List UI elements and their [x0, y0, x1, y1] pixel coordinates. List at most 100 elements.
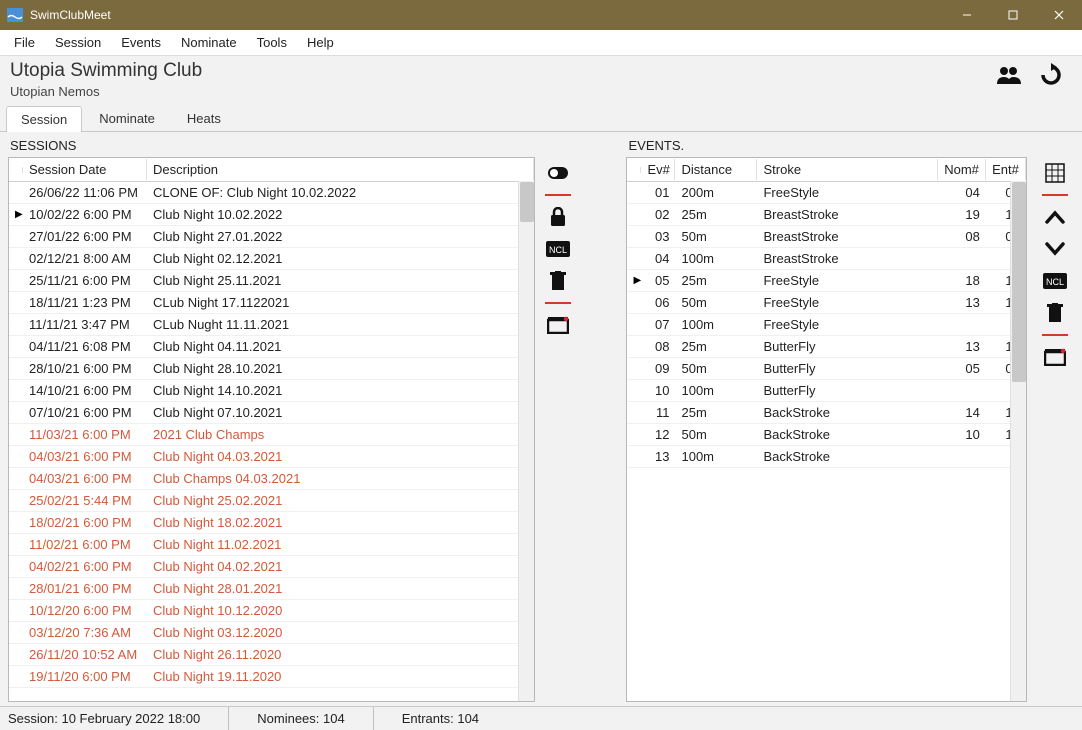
- cell-ev-num: 12: [641, 425, 675, 444]
- table-row[interactable]: 10/12/20 6:00 PMClub Night 10.12.2020: [9, 600, 534, 622]
- maximize-button[interactable]: [990, 0, 1036, 30]
- table-row[interactable]: 04/02/21 6:00 PMClub Night 04.02.2021: [9, 556, 534, 578]
- cell-stroke: ButterFly: [757, 337, 937, 356]
- users-icon[interactable]: [994, 62, 1024, 88]
- table-row[interactable]: 04/03/21 6:00 PMClub Night 04.03.2021: [9, 446, 534, 468]
- row-marker-icon: [9, 301, 23, 305]
- col-description[interactable]: Description: [147, 159, 534, 180]
- cell-session-date: 11/02/21 6:00 PM: [23, 535, 147, 554]
- table-row[interactable]: 25/02/21 5:44 PMClub Night 25.02.2021: [9, 490, 534, 512]
- table-row[interactable]: 11/02/21 6:00 PMClub Night 11.02.2021: [9, 534, 534, 556]
- row-marker-icon: [9, 477, 23, 481]
- table-row[interactable]: 07/10/21 6:00 PMClub Night 07.10.2021: [9, 402, 534, 424]
- table-row[interactable]: 25/11/21 6:00 PMClub Night 25.11.2021: [9, 270, 534, 292]
- col-ev-num[interactable]: Ev#: [641, 159, 675, 180]
- tab-session[interactable]: Session: [6, 106, 82, 132]
- events-scrollbar[interactable]: [1010, 181, 1026, 701]
- cell-session-date: 11/11/21 3:47 PM: [23, 315, 147, 334]
- table-row[interactable]: 03/12/20 7:36 AMClub Night 03.12.2020: [9, 622, 534, 644]
- table-row[interactable]: 10100mButterFly: [627, 380, 1025, 402]
- table-row[interactable]: 04/03/21 6:00 PMClub Champs 04.03.2021: [9, 468, 534, 490]
- sessions-scrollbar[interactable]: [518, 181, 534, 701]
- col-ent-num[interactable]: Ent#: [986, 159, 1026, 180]
- cell-session-date: 26/11/20 10:52 AM: [23, 645, 147, 664]
- table-row[interactable]: 26/11/20 10:52 AMClub Night 26.11.2020: [9, 644, 534, 666]
- table-row[interactable]: 0225mBreastStroke1919: [627, 204, 1025, 226]
- menu-events[interactable]: Events: [111, 32, 171, 53]
- titlebar: SwimClubMeet: [0, 0, 1082, 30]
- cell-description: Club Night 19.11.2020: [147, 667, 534, 686]
- report-icon[interactable]: [543, 312, 573, 338]
- refresh-icon[interactable]: [1036, 62, 1066, 88]
- menu-tools[interactable]: Tools: [247, 32, 297, 53]
- col-stroke[interactable]: Stroke: [757, 159, 937, 180]
- table-row[interactable]: 28/10/21 6:00 PMClub Night 28.10.2021: [9, 358, 534, 380]
- session-toolbar: NCL: [539, 138, 576, 702]
- col-nom-num[interactable]: Nom#: [938, 159, 986, 180]
- table-row[interactable]: 11/11/21 3:47 PMCLub Nught 11.11.2021: [9, 314, 534, 336]
- table-row[interactable]: 04/11/21 6:08 PMClub Night 04.11.2021: [9, 336, 534, 358]
- cell-description: Club Night 04.11.2021: [147, 337, 534, 356]
- col-distance[interactable]: Distance: [675, 159, 757, 180]
- cell-nom-num: [938, 389, 986, 393]
- col-session-date[interactable]: Session Date: [23, 159, 147, 180]
- status-entrants: Entrants: 104: [402, 707, 507, 730]
- cell-description: Club Night 07.10.2021: [147, 403, 534, 422]
- ncl-badge-icon[interactable]: NCL: [1040, 268, 1070, 294]
- table-row[interactable]: 0950mButterFly0505: [627, 358, 1025, 380]
- menu-session[interactable]: Session: [45, 32, 111, 53]
- cell-description: Club Night 11.02.2021: [147, 535, 534, 554]
- menu-file[interactable]: File: [4, 32, 45, 53]
- ncl-badge-icon[interactable]: NCL: [543, 236, 573, 262]
- cell-description: CLub Nught 11.11.2021: [147, 315, 534, 334]
- table-row[interactable]: 0350mBreastStroke0808: [627, 226, 1025, 248]
- row-marker-icon: [9, 565, 23, 569]
- cell-session-date: 11/03/21 6:00 PM: [23, 425, 147, 444]
- menu-help[interactable]: Help: [297, 32, 344, 53]
- lock-icon[interactable]: [543, 204, 573, 230]
- cell-ev-num: 11: [641, 403, 675, 422]
- table-row[interactable]: 13100mBackStroke: [627, 446, 1025, 468]
- table-row[interactable]: 0825mButterFly1313: [627, 336, 1025, 358]
- menu-nominate[interactable]: Nominate: [171, 32, 247, 53]
- table-row[interactable]: ▶0525mFreeStyle1818: [627, 270, 1025, 292]
- table-row[interactable]: 28/01/21 6:00 PMClub Night 28.01.2021: [9, 578, 534, 600]
- grid-icon[interactable]: [1040, 160, 1070, 186]
- table-row[interactable]: 18/11/21 1:23 PMCLub Night 17.1122021: [9, 292, 534, 314]
- trash-icon[interactable]: [1040, 300, 1070, 326]
- table-row[interactable]: 11/03/21 6:00 PM2021 Club Champs: [9, 424, 534, 446]
- table-row[interactable]: 18/02/21 6:00 PMClub Night 18.02.2021: [9, 512, 534, 534]
- cell-ev-num: 01: [641, 183, 675, 202]
- table-row[interactable]: 02/12/21 8:00 AMClub Night 02.12.2021: [9, 248, 534, 270]
- trash-icon[interactable]: [543, 268, 573, 294]
- toggle-session-icon[interactable]: [543, 160, 573, 186]
- row-marker-icon: [627, 257, 641, 261]
- cell-distance: 100m: [675, 447, 757, 466]
- sessions-grid[interactable]: Session Date Description 26/06/22 11:06 …: [8, 157, 535, 702]
- table-row[interactable]: 19/11/20 6:00 PMClub Night 19.11.2020: [9, 666, 534, 688]
- table-row[interactable]: 1125mBackStroke1414: [627, 402, 1025, 424]
- table-row[interactable]: 1250mBackStroke1010: [627, 424, 1025, 446]
- cell-description: Club Night 26.11.2020: [147, 645, 534, 664]
- events-toolbar: NCL: [1037, 138, 1074, 702]
- close-button[interactable]: [1036, 0, 1082, 30]
- move-down-icon[interactable]: [1040, 236, 1070, 262]
- tab-nominate[interactable]: Nominate: [84, 105, 170, 131]
- minimize-button[interactable]: [944, 0, 990, 30]
- cell-ev-num: 07: [641, 315, 675, 334]
- report-icon[interactable]: [1040, 344, 1070, 370]
- table-row[interactable]: 14/10/21 6:00 PMClub Night 14.10.2021: [9, 380, 534, 402]
- cell-description: Club Night 28.01.2021: [147, 579, 534, 598]
- table-row[interactable]: 01200mFreeStyle0404: [627, 182, 1025, 204]
- tab-heats[interactable]: Heats: [172, 105, 236, 131]
- table-row[interactable]: 0650mFreeStyle1313: [627, 292, 1025, 314]
- move-up-icon[interactable]: [1040, 204, 1070, 230]
- table-row[interactable]: 27/01/22 6:00 PMClub Night 27.01.2022: [9, 226, 534, 248]
- cell-session-date: 19/11/20 6:00 PM: [23, 667, 147, 686]
- table-row[interactable]: ▶10/02/22 6:00 PMClub Night 10.02.2022: [9, 204, 534, 226]
- table-row[interactable]: 04100mBreastStroke: [627, 248, 1025, 270]
- events-grid[interactable]: Ev# Distance Stroke Nom# Ent# 01200mFree…: [626, 157, 1026, 702]
- table-row[interactable]: 07100mFreeStyle: [627, 314, 1025, 336]
- cell-nom-num: 13: [938, 293, 986, 312]
- table-row[interactable]: 26/06/22 11:06 PMCLONE OF: Club Night 10…: [9, 182, 534, 204]
